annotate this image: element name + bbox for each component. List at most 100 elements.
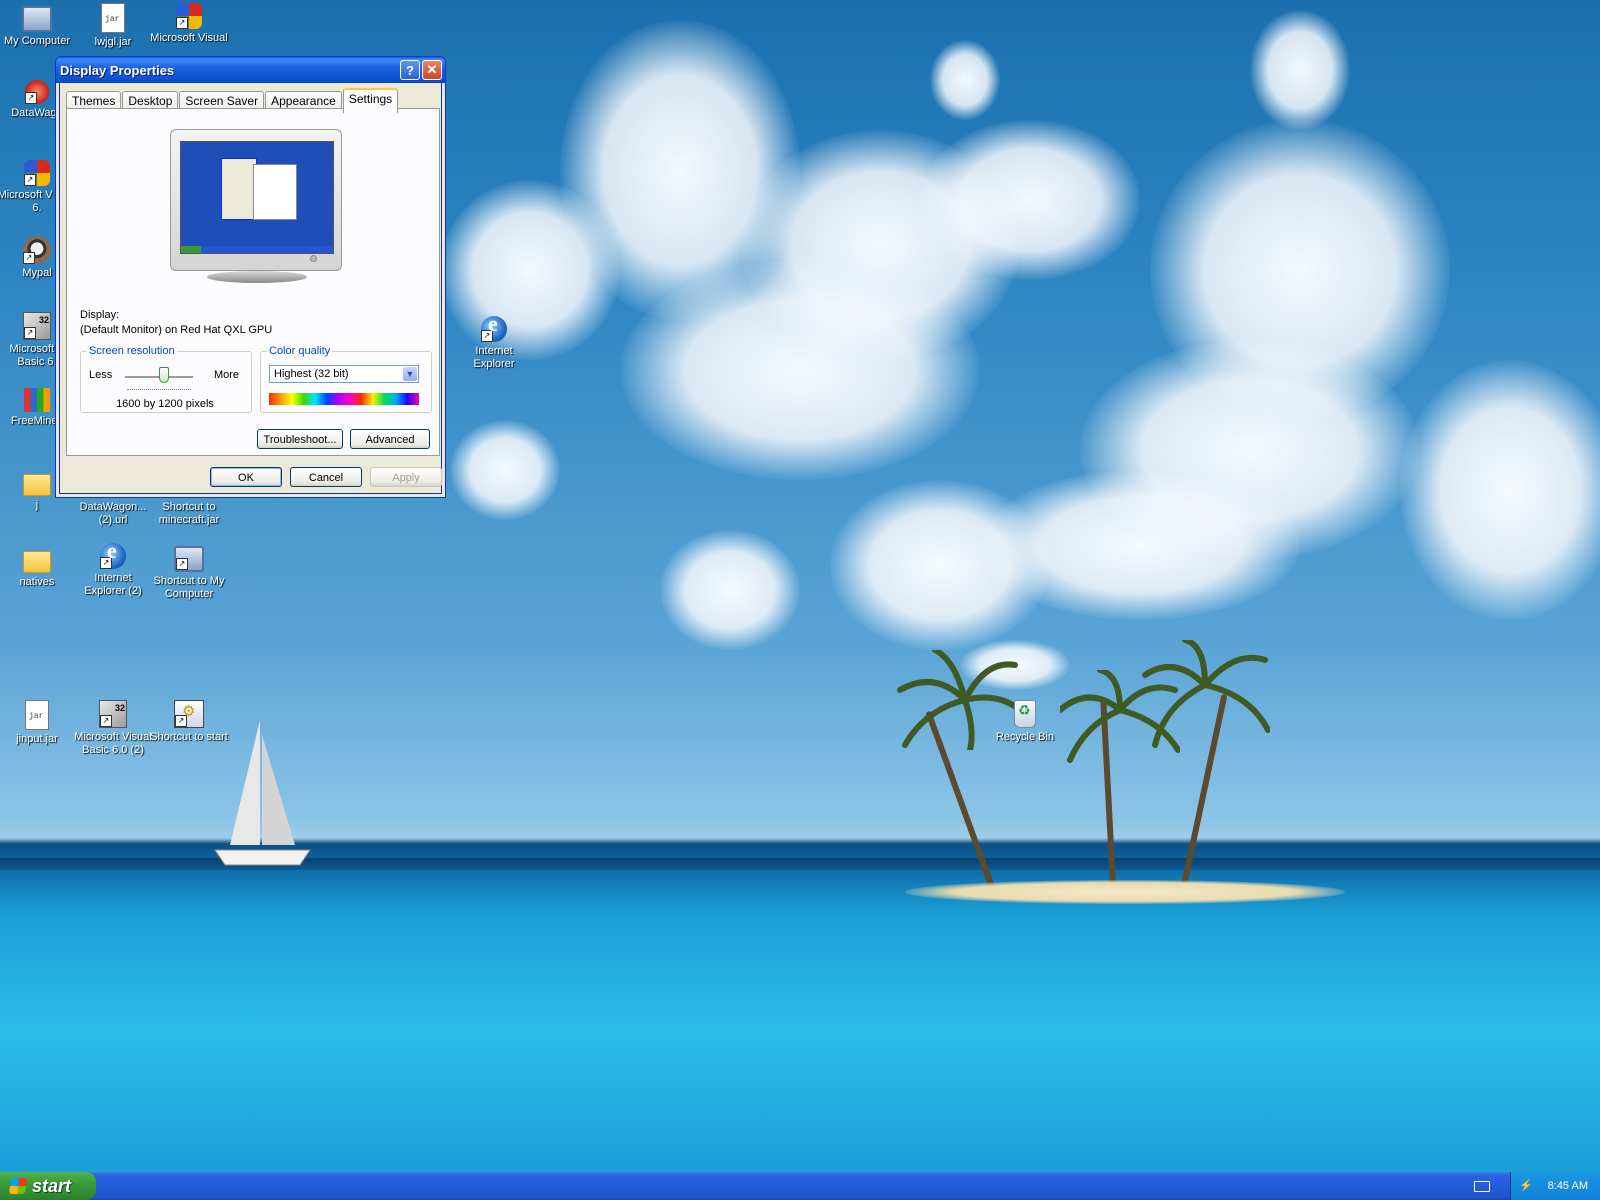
chevron-down-icon[interactable]: ▼ bbox=[403, 367, 417, 381]
desktop-icon-shortcut-start[interactable]: ↗ Shortcut to start bbox=[149, 700, 229, 744]
color-quality-select[interactable]: Highest (32 bit) ▼ bbox=[269, 365, 419, 383]
desktop-icon-jinput-jar[interactable]: jinput.jar bbox=[0, 700, 77, 746]
color-quality-value: Highest (32 bit) bbox=[274, 368, 349, 380]
monitor-stand bbox=[207, 271, 307, 283]
icon-label: DataWagon... (2).url bbox=[79, 501, 147, 526]
desktop-icon-my-computer[interactable]: My Computer bbox=[0, 3, 77, 48]
desktop-icon-ms-vb2[interactable]: ↗ Microsoft Visual Basic 6.0 (2) bbox=[73, 700, 153, 757]
apply-button[interactable]: Apply bbox=[370, 467, 442, 487]
resolution-slider-thumb[interactable] bbox=[159, 367, 169, 383]
jar-file-icon bbox=[101, 3, 125, 33]
icon-label: j bbox=[35, 499, 39, 511]
cloud bbox=[930, 40, 1000, 120]
system-tray: ⚡ 8:45 AM bbox=[1510, 1172, 1600, 1200]
icon-label: Recycle Bin bbox=[995, 731, 1055, 743]
cloud bbox=[830, 480, 1050, 650]
desktop-icon-ie2[interactable]: ↗ Internet Explorer (2) bbox=[73, 543, 153, 598]
desktop-icon-recycle-bin[interactable]: Recycle Bin bbox=[985, 700, 1065, 744]
shortcut-arrow-icon: ↗ bbox=[100, 557, 112, 569]
more-label: More bbox=[213, 369, 239, 381]
windows-logo-icon bbox=[8, 1178, 28, 1194]
window-body: Themes Desktop Screen Saver Appearance S… bbox=[59, 83, 442, 494]
help-button[interactable]: ? bbox=[400, 60, 420, 80]
shortcut-arrow-icon: ↗ bbox=[24, 174, 36, 186]
visual-basic-icon: ↗ bbox=[23, 312, 51, 340]
start-label: start bbox=[32, 1175, 72, 1196]
ok-button[interactable]: OK bbox=[210, 467, 282, 487]
recycle-bin-icon bbox=[1014, 700, 1036, 728]
shortcut-arrow-icon: ↗ bbox=[24, 327, 36, 339]
visual-basic-icon: ↗ bbox=[99, 700, 127, 728]
color-spectrum bbox=[269, 393, 419, 405]
close-button[interactable]: ✕ bbox=[422, 60, 442, 80]
icon-label: jinput.jar bbox=[16, 733, 58, 745]
icon-label: Internet Explorer bbox=[473, 345, 515, 370]
shortcut-arrow-icon: ↗ bbox=[23, 252, 35, 264]
shortcut-arrow-icon: ↗ bbox=[481, 330, 493, 342]
monitor-preview bbox=[170, 129, 342, 271]
settings-panel: Display: (Default Monitor) on Red Hat QX… bbox=[66, 108, 440, 456]
visual-cpp-icon: ↗ bbox=[24, 160, 50, 186]
icon-label: lwjgl.jar bbox=[94, 36, 132, 48]
mypal-browser-icon: ↗ bbox=[23, 236, 51, 264]
tab-settings[interactable]: Settings bbox=[342, 88, 399, 113]
display-properties-window: Display Properties ? ✕ Themes Desktop Sc… bbox=[55, 56, 446, 498]
monitor-screen bbox=[180, 141, 334, 254]
datawagon-icon: ↗ bbox=[25, 80, 49, 104]
color-quality-legend: Color quality bbox=[269, 345, 331, 357]
internet-explorer-icon: ↗ bbox=[481, 316, 507, 342]
preview-start bbox=[181, 246, 201, 253]
icon-label: Microsoft Visual bbox=[150, 32, 228, 44]
visual-studio-icon: ↗ bbox=[176, 3, 202, 29]
icon-label: Shortcut to minecraft.jar bbox=[158, 501, 220, 526]
folder-icon bbox=[23, 474, 51, 496]
slider-ticks bbox=[127, 389, 191, 392]
shortcut-arrow-icon: ↗ bbox=[100, 715, 112, 727]
shortcut-arrow-icon: ↗ bbox=[25, 92, 37, 104]
shortcut-arrow-icon: ↗ bbox=[176, 17, 188, 29]
desktop-icon-microsoft-visual[interactable]: ↗ Microsoft Visual bbox=[149, 3, 229, 45]
cloud bbox=[620, 260, 980, 480]
icon-label: Shortcut to start bbox=[150, 731, 228, 743]
resolution-value: 1600 by 1200 pixels bbox=[116, 398, 214, 410]
icon-label: Internet Explorer (2) bbox=[84, 572, 142, 597]
preview-window bbox=[221, 158, 257, 220]
cloud bbox=[1250, 10, 1350, 130]
shortcut-arrow-icon: ↗ bbox=[176, 558, 188, 570]
title-bar[interactable]: Display Properties ? ✕ bbox=[56, 57, 445, 83]
help-icon: ? bbox=[406, 62, 414, 78]
cloud bbox=[1400, 360, 1600, 620]
desktop-icon-shortcut-mycomputer[interactable]: ↗ Shortcut to My Computer bbox=[149, 543, 229, 601]
desktop-icon-natives[interactable]: natives bbox=[0, 543, 77, 589]
screen-resolution-legend: Screen resolution bbox=[89, 345, 175, 357]
clock[interactable]: 8:45 AM bbox=[1548, 1180, 1588, 1192]
desktop-icon-ie[interactable]: ↗ Internet Explorer bbox=[454, 316, 534, 371]
computer-icon bbox=[22, 6, 52, 32]
network-icon[interactable]: ⚡ bbox=[1519, 1179, 1533, 1192]
shortcut-arrow-icon: ↗ bbox=[175, 715, 187, 727]
troubleshoot-button[interactable]: Troubleshoot... bbox=[257, 429, 343, 449]
archive-icon bbox=[24, 388, 50, 412]
jar-file-icon bbox=[25, 700, 49, 730]
close-icon: ✕ bbox=[426, 62, 438, 77]
preview-window bbox=[253, 164, 297, 220]
display-label: Display: bbox=[80, 309, 120, 321]
icon-label: Shortcut to My Computer bbox=[153, 575, 225, 600]
power-led-icon bbox=[310, 255, 317, 262]
screen-resolution-group: Screen resolution Less More 1600 by 1200… bbox=[80, 345, 252, 413]
cloud bbox=[920, 120, 1140, 280]
icon-label: natives bbox=[19, 576, 55, 588]
computer-icon: ↗ bbox=[174, 546, 204, 572]
taskbar: start ⚡ 8:45 AM bbox=[0, 1172, 1600, 1200]
icon-label: Microsoft Visual Basic 6.0 (2) bbox=[74, 731, 152, 756]
less-label: Less bbox=[89, 369, 113, 381]
start-button[interactable]: start bbox=[0, 1172, 96, 1200]
preview-taskbar bbox=[181, 246, 333, 253]
keyboard-icon[interactable] bbox=[1474, 1181, 1490, 1192]
desktop-icon-lwjgl-jar[interactable]: lwjgl.jar bbox=[73, 3, 153, 49]
advanced-button[interactable]: Advanced bbox=[350, 429, 430, 449]
cloud bbox=[450, 420, 560, 520]
cancel-button[interactable]: Cancel bbox=[290, 467, 362, 487]
island bbox=[905, 880, 1345, 904]
folder-icon bbox=[23, 551, 51, 573]
